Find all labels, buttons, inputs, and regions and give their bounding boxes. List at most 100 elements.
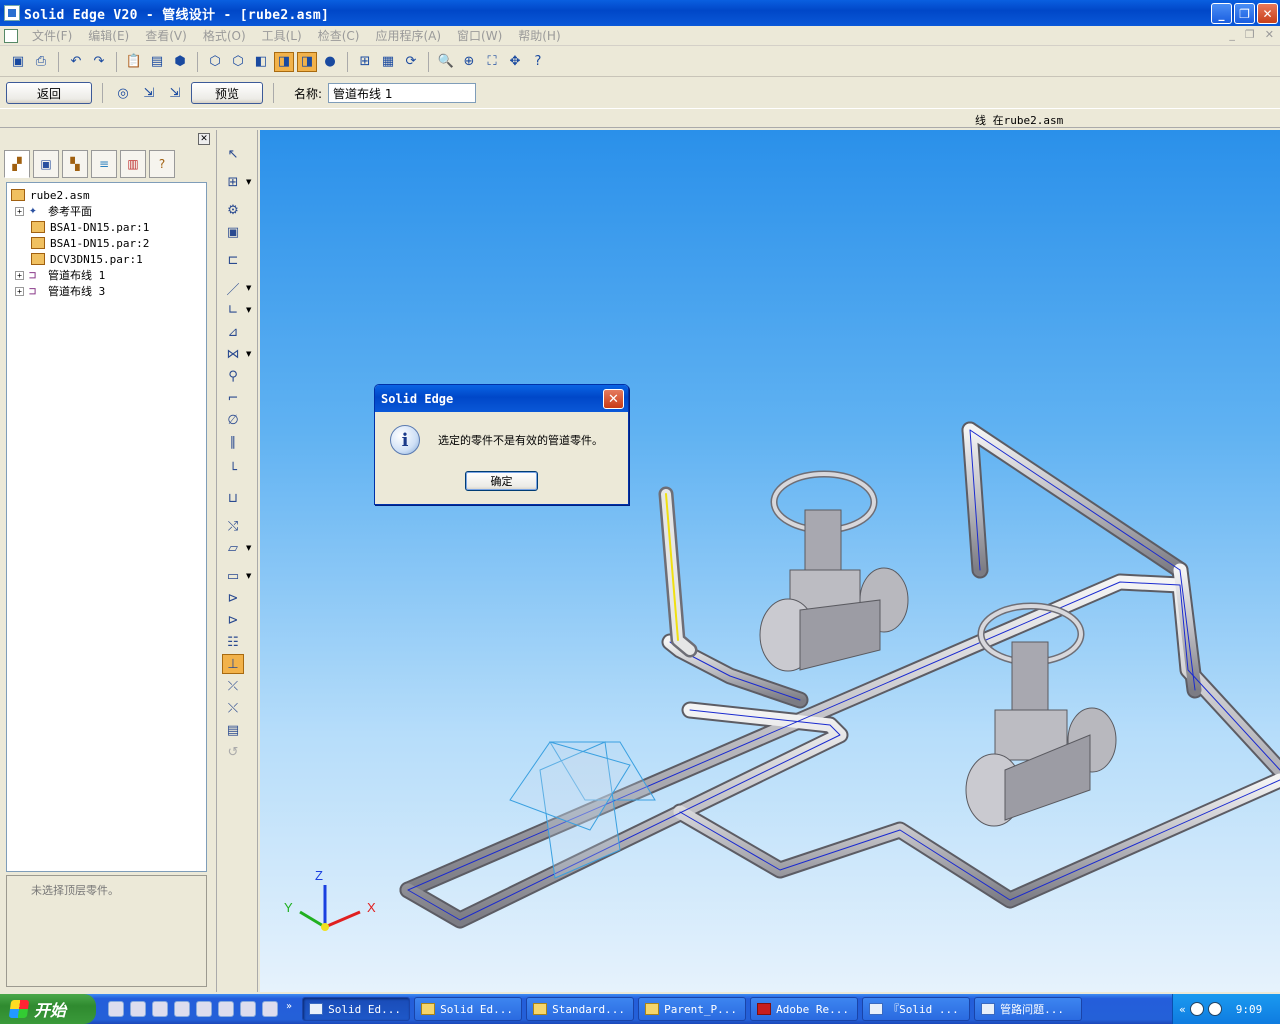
parallel-icon[interactable]: ∥ (222, 432, 244, 452)
tree-item-part-2[interactable]: BSA1-DN15.par:2 (31, 235, 149, 251)
internet-explorer-icon[interactable] (130, 1001, 146, 1017)
piping-part-icon[interactable]: ⚙ (222, 200, 244, 220)
menu-window[interactable]: 窗口(W) (449, 27, 510, 44)
pan-icon[interactable]: ✥ (505, 52, 525, 72)
shaded-icon[interactable]: ◧ (251, 52, 271, 72)
properties-icon[interactable]: ☷ (222, 632, 244, 652)
tree-item-route-1[interactable]: + ⊐ 管道布线 1 (15, 267, 105, 283)
shaded-visible-icon[interactable]: ◨ (297, 51, 317, 72)
dialog-close-button[interactable]: ✕ (603, 389, 624, 409)
pane-close-icon[interactable]: ✕ (198, 133, 210, 145)
menu-inspect[interactable]: 检查(C) (310, 27, 368, 44)
3d-viewport[interactable]: Z X Y (260, 130, 1280, 992)
trim-icon[interactable]: ⤫ (222, 676, 244, 696)
mirror-icon[interactable]: ⊳ (222, 588, 244, 608)
tab-sensors[interactable]: ▥ (120, 150, 146, 178)
doc-close-icon[interactable]: ✕ (1265, 28, 1274, 41)
tab-query[interactable]: ? (149, 150, 175, 178)
undo-icon[interactable]: ↶ (66, 52, 86, 72)
select-arrow-icon[interactable]: ↖ (222, 144, 244, 164)
restore-button[interactable]: ❐ (1234, 3, 1255, 24)
tree-item-root[interactable]: rube2.asm (11, 187, 90, 203)
tree-item-part-1[interactable]: BSA1-DN15.par:1 (31, 219, 149, 235)
dimension-icon[interactable]: ⊿ (222, 322, 244, 342)
tree-item-part-3[interactable]: DCV3DN15.par:1 (31, 251, 143, 267)
paste-icon[interactable]: 📋 (124, 52, 144, 72)
document-icon[interactable] (4, 28, 18, 43)
point-icon[interactable]: ⚲ (222, 366, 244, 386)
rotate-view-icon[interactable]: ⟳ (401, 52, 421, 72)
expand-icon[interactable]: + (15, 206, 24, 216)
tab-assembly-pathfinder[interactable]: ▞ (4, 150, 30, 178)
doc-restore-icon[interactable]: ❐ (1245, 28, 1255, 41)
task-adobe-reader[interactable]: Adobe Re... (750, 997, 859, 1021)
menu-applications[interactable]: 应用程序(A) (367, 27, 449, 44)
task-solid-edge-2[interactable]: Solid Ed... (414, 997, 523, 1021)
task-solid-doc[interactable]: 『Solid ... (862, 997, 971, 1021)
network-icon[interactable] (262, 1001, 278, 1017)
pipe-fitting-icon[interactable]: ⊞ (222, 172, 244, 192)
start-button[interactable]: 开始 (0, 994, 96, 1024)
relate-icon[interactable]: ⊏ (222, 250, 244, 270)
corner-icon[interactable]: ⌐ (222, 388, 244, 408)
redo-icon[interactable]: ↷ (89, 52, 109, 72)
tab-parts-library[interactable]: ▣ (33, 150, 59, 178)
menu-help[interactable]: 帮助(H) (510, 27, 568, 44)
minimize-button[interactable]: _ (1211, 3, 1232, 24)
task-parent[interactable]: Parent_P... (638, 997, 747, 1021)
route-constraint-icon[interactable]: ⊥ (222, 654, 244, 674)
solid-edge-quick-icon[interactable] (152, 1001, 168, 1017)
line-icon[interactable]: ／ (222, 278, 244, 298)
save-icon[interactable]: ▣ (8, 52, 28, 72)
shaded-edges-icon[interactable]: ◨ (274, 51, 294, 72)
task-solid-edge-1[interactable]: Solid Ed... (302, 997, 411, 1021)
quicklaunch-app-icon[interactable] (108, 1001, 124, 1017)
menu-edit[interactable]: 编辑(E) (80, 27, 137, 44)
assembly-tool-icon[interactable]: ⬢ (170, 52, 190, 72)
tangent-icon[interactable]: ∅ (222, 410, 244, 430)
insert-part-icon[interactable]: ▣ (222, 222, 244, 242)
layer-icon[interactable]: ▦ (378, 52, 398, 72)
pipe-route-icon[interactable]: ⊔ (222, 488, 244, 508)
menu-format[interactable]: 格式(O) (195, 27, 254, 44)
task-pipe-issue[interactable]: 管路问题... (974, 997, 1083, 1021)
expand-icon[interactable]: + (15, 286, 24, 296)
elbow-icon[interactable]: └ (222, 460, 244, 480)
mirror-2-icon[interactable]: ⊳ (222, 610, 244, 630)
menu-file[interactable]: 文件(F) (24, 27, 80, 44)
task-standard[interactable]: Standard... (526, 997, 635, 1021)
table-icon[interactable]: ▤ (222, 720, 244, 740)
route-options-icon[interactable]: ◎ (113, 83, 133, 103)
tab-features[interactable]: ▚ (62, 150, 88, 178)
close-button[interactable]: ✕ (1257, 3, 1278, 24)
fit-icon[interactable]: ⛶ (482, 52, 502, 72)
select-tool-icon[interactable]: ⊞ (355, 52, 375, 72)
tree-item-route-3[interactable]: + ⊐ 管道布线 3 (15, 283, 105, 299)
auto-route-icon[interactable]: ⤭ (222, 516, 244, 536)
print-icon[interactable]: ⎙ (31, 52, 51, 72)
menu-view[interactable]: 查看(V) (137, 27, 195, 44)
publisher-icon[interactable] (174, 1001, 190, 1017)
view-orient-icon[interactable]: ▭ (222, 566, 244, 586)
route-step2-icon[interactable]: ⇲ (165, 83, 185, 103)
extend-icon[interactable]: ⤬ (222, 698, 244, 718)
antivirus-icon[interactable] (1207, 1002, 1222, 1016)
tree-item-reference-planes[interactable]: + ✦ 参考平面 (15, 203, 92, 219)
ok-button[interactable]: 确定 (465, 471, 538, 491)
messenger-icon[interactable] (218, 1001, 234, 1017)
zoom-area-icon[interactable]: 🔍 (436, 52, 456, 72)
solid-edge-app-icon[interactable] (4, 5, 20, 21)
path-icon[interactable]: ∟ (222, 300, 244, 320)
tray-expand-icon[interactable]: « (1179, 1003, 1186, 1016)
preview-button[interactable]: 预览 (191, 82, 263, 104)
relationship-icon[interactable]: ⋈ (222, 344, 244, 364)
route-step-icon[interactable]: ⇲ (139, 83, 159, 103)
media-player-icon[interactable] (240, 1001, 256, 1017)
menu-tools[interactable]: 工具(L) (254, 27, 310, 44)
cube-view-2-icon[interactable]: ⬡ (228, 52, 248, 72)
word-icon[interactable] (196, 1001, 212, 1017)
help-pointer-icon[interactable]: ? (528, 52, 548, 72)
qq-icon[interactable] (1189, 1002, 1204, 1016)
route-name-field[interactable] (328, 83, 477, 103)
sketch-icon[interactable]: ▤ (147, 52, 167, 72)
